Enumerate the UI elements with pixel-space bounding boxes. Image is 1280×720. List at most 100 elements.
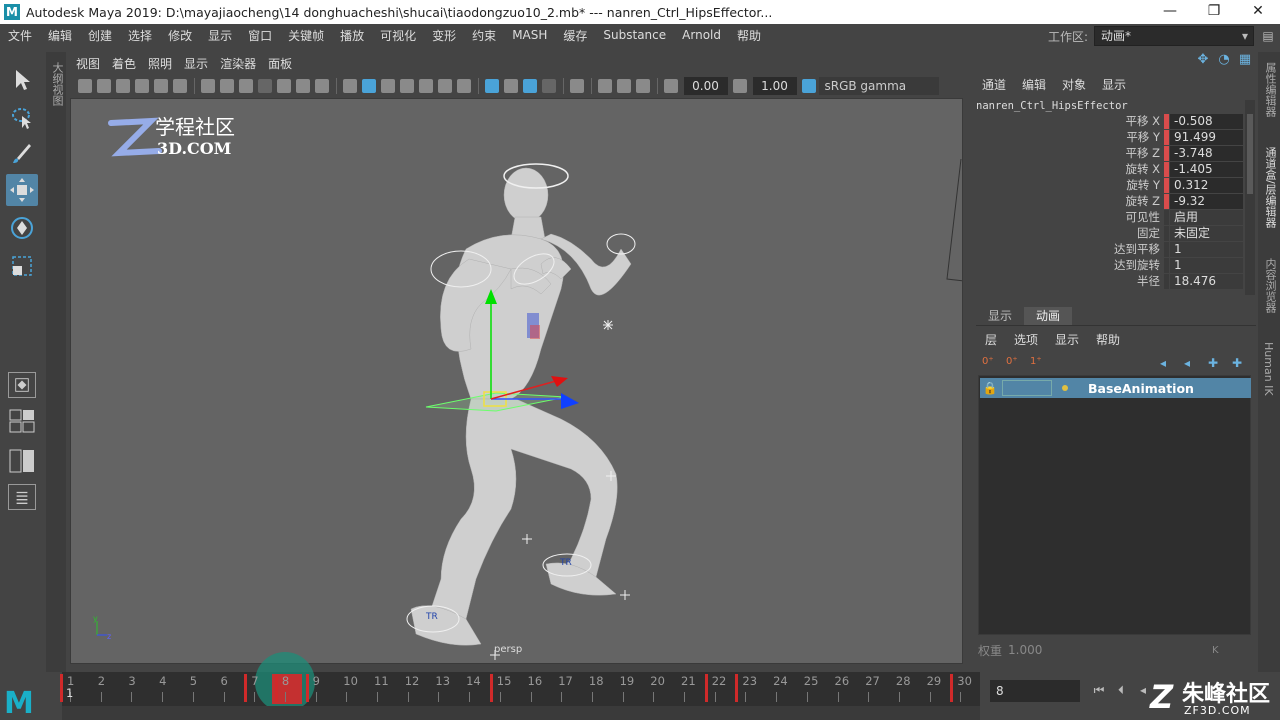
paint-select-tool-icon[interactable] bbox=[6, 138, 38, 170]
keyframe-marker[interactable] bbox=[274, 674, 278, 702]
zero-weight-layer-icon[interactable]: 0⁺ bbox=[1006, 356, 1022, 370]
channel-value[interactable]: -9.32 bbox=[1170, 193, 1243, 209]
hide-channel-icon[interactable]: ▦ bbox=[1237, 52, 1253, 68]
wireframe-icon[interactable] bbox=[343, 79, 357, 93]
menu-playback[interactable]: 播放 bbox=[332, 27, 372, 44]
channel-box-node-name[interactable]: nanren_Ctrl_HipsEffector bbox=[976, 100, 1128, 112]
menu-display[interactable]: 显示 bbox=[200, 27, 240, 44]
menu-help[interactable]: 帮助 bbox=[729, 27, 769, 44]
textured-icon[interactable] bbox=[400, 79, 414, 93]
channel-name[interactable]: 旋转 X bbox=[976, 161, 1164, 177]
tab-channel-box[interactable]: 通道盒/层编辑器 bbox=[1262, 147, 1278, 228]
channel-name[interactable]: 平移 X bbox=[976, 113, 1164, 129]
workspace-options-icon[interactable]: ▤ bbox=[1260, 28, 1276, 44]
move-layer-up-icon[interactable]: ◂ bbox=[1160, 356, 1176, 370]
channel-name[interactable]: 平移 Z bbox=[976, 145, 1164, 161]
single-view-layout-icon[interactable] bbox=[8, 372, 36, 398]
keyframe-marker[interactable] bbox=[489, 674, 493, 702]
workspace-dropdown[interactable]: 动画* bbox=[1094, 26, 1254, 46]
viewport-menu-lighting[interactable]: 照明 bbox=[142, 55, 178, 72]
manipulator-icon[interactable]: ✥ bbox=[1195, 52, 1211, 68]
time-slider[interactable]: 1 2 3 4 5 6 7 8 9 10 11 12 13 14 15 16 17 18 19 20 21 22 23 24 2… bbox=[60, 652, 980, 712]
grease-pencil-icon[interactable] bbox=[173, 79, 187, 93]
xray-joints-icon[interactable] bbox=[504, 79, 518, 93]
exposure-value[interactable]: 0.00 bbox=[683, 77, 728, 95]
move-tool-icon[interactable] bbox=[6, 174, 38, 206]
go-to-start-icon[interactable]: ⏮ bbox=[1088, 680, 1110, 700]
channel-value[interactable]: 0.312 bbox=[1170, 177, 1243, 193]
screen-space-ao-icon[interactable] bbox=[457, 79, 471, 93]
keyframe-marker[interactable] bbox=[735, 674, 739, 702]
menu-edit[interactable]: 编辑 bbox=[40, 27, 80, 44]
channel-row[interactable]: 达到平移 1 bbox=[976, 241, 1244, 257]
tab-human-ik[interactable]: Human IK bbox=[1262, 342, 1275, 396]
layer-menu-show[interactable]: 显示 bbox=[1046, 331, 1087, 348]
channel-row[interactable]: 固定 未固定 bbox=[976, 225, 1244, 241]
viewport-menu-renderer[interactable]: 渲染器 bbox=[214, 55, 262, 72]
outliner-side-tab[interactable]: 大纲视图 bbox=[46, 52, 66, 672]
lasso-tool-icon[interactable] bbox=[6, 102, 38, 134]
keyframe-marker[interactable] bbox=[244, 674, 248, 702]
channel-name[interactable]: 固定 bbox=[976, 225, 1164, 241]
film-gate-icon[interactable] bbox=[220, 79, 234, 93]
menu-substance[interactable]: Substance bbox=[595, 28, 674, 42]
wireframe-on-shaded-icon[interactable] bbox=[381, 79, 395, 93]
channel-name[interactable]: 旋转 Z bbox=[976, 193, 1164, 209]
menu-windows[interactable]: 窗口 bbox=[240, 27, 280, 44]
layer-weight-swatch[interactable] bbox=[1002, 380, 1052, 396]
channel-value[interactable]: 1 bbox=[1170, 241, 1243, 257]
layer-name[interactable]: BaseAnimation bbox=[1088, 381, 1194, 396]
channel-box-menu-channels[interactable]: 通道 bbox=[975, 76, 1015, 93]
menu-arnold[interactable]: Arnold bbox=[674, 28, 729, 42]
channel-box-menu-show[interactable]: 显示 bbox=[1095, 76, 1135, 93]
range-slider[interactable] bbox=[62, 706, 980, 720]
menu-mash[interactable]: MASH bbox=[504, 28, 555, 42]
channel-row[interactable]: 平移 X -0.508 bbox=[976, 113, 1244, 129]
menu-key[interactable]: 关键帧 bbox=[280, 27, 332, 44]
current-frame-field[interactable]: 8 bbox=[990, 680, 1080, 702]
outliner-layout-icon[interactable] bbox=[8, 484, 36, 510]
xray-icon[interactable] bbox=[485, 79, 499, 93]
menu-modify[interactable]: 修改 bbox=[160, 27, 200, 44]
channel-value[interactable]: 启用 bbox=[1170, 209, 1243, 225]
gamma-icon[interactable] bbox=[733, 79, 747, 93]
2d-pan-zoom-icon[interactable] bbox=[154, 79, 168, 93]
menu-file[interactable]: 文件 bbox=[0, 27, 40, 44]
channel-value[interactable]: -3.748 bbox=[1170, 145, 1243, 161]
depth-of-field-icon[interactable] bbox=[636, 79, 650, 93]
channel-name[interactable]: 达到旋转 bbox=[976, 257, 1164, 273]
channel-name[interactable]: 平移 Y bbox=[976, 129, 1164, 145]
tab-attribute-editor[interactable]: 属性编辑器 bbox=[1262, 62, 1278, 117]
field-chart-icon[interactable] bbox=[277, 79, 291, 93]
menu-select[interactable]: 选择 bbox=[120, 27, 160, 44]
close-button[interactable]: ✕ bbox=[1236, 0, 1280, 24]
use-all-lights-icon[interactable] bbox=[419, 79, 433, 93]
channel-row[interactable]: 达到旋转 1 bbox=[976, 257, 1244, 273]
two-view-layout-icon[interactable] bbox=[8, 448, 36, 474]
viewport-menu-show[interactable]: 显示 bbox=[178, 55, 214, 72]
viewport-menu-shading[interactable]: 着色 bbox=[106, 55, 142, 72]
camera-attributes-icon[interactable] bbox=[97, 79, 111, 93]
channel-value[interactable]: -1.405 bbox=[1170, 161, 1243, 177]
perspective-viewport[interactable]: TR TR y z 学程社区 3D.COM persp bbox=[70, 98, 963, 664]
channel-row[interactable]: 可见性 启用 bbox=[976, 209, 1244, 225]
keyframe-marker[interactable] bbox=[305, 674, 309, 702]
resolution-gate-icon[interactable] bbox=[239, 79, 253, 93]
gamma-value[interactable]: 1.00 bbox=[752, 77, 797, 95]
channel-name[interactable]: 可见性 bbox=[976, 209, 1164, 225]
four-view-layout-icon[interactable] bbox=[8, 408, 36, 434]
tab-content-browser[interactable]: 内容浏览器 bbox=[1262, 258, 1278, 313]
isolate-select-icon[interactable] bbox=[570, 79, 584, 93]
channel-box-menu-object[interactable]: 对象 bbox=[1055, 76, 1095, 93]
layer-menu-layers[interactable]: 层 bbox=[976, 331, 1005, 348]
channel-row[interactable]: 平移 Y 91.499 bbox=[976, 129, 1244, 145]
channel-name[interactable]: 旋转 Y bbox=[976, 177, 1164, 193]
exposure-icon[interactable] bbox=[664, 79, 678, 93]
channel-value[interactable]: 1 bbox=[1170, 257, 1243, 273]
maximize-button[interactable]: ❐ bbox=[1192, 0, 1236, 24]
step-back-key-icon[interactable]: ⏴ bbox=[1110, 680, 1132, 700]
layer-menu-options[interactable]: 选项 bbox=[1005, 331, 1046, 348]
menu-deform[interactable]: 变形 bbox=[424, 27, 464, 44]
channel-speed-icon[interactable]: ◔ bbox=[1216, 52, 1232, 68]
new-layer-from-selection-icon[interactable]: ✚ bbox=[1232, 356, 1248, 370]
